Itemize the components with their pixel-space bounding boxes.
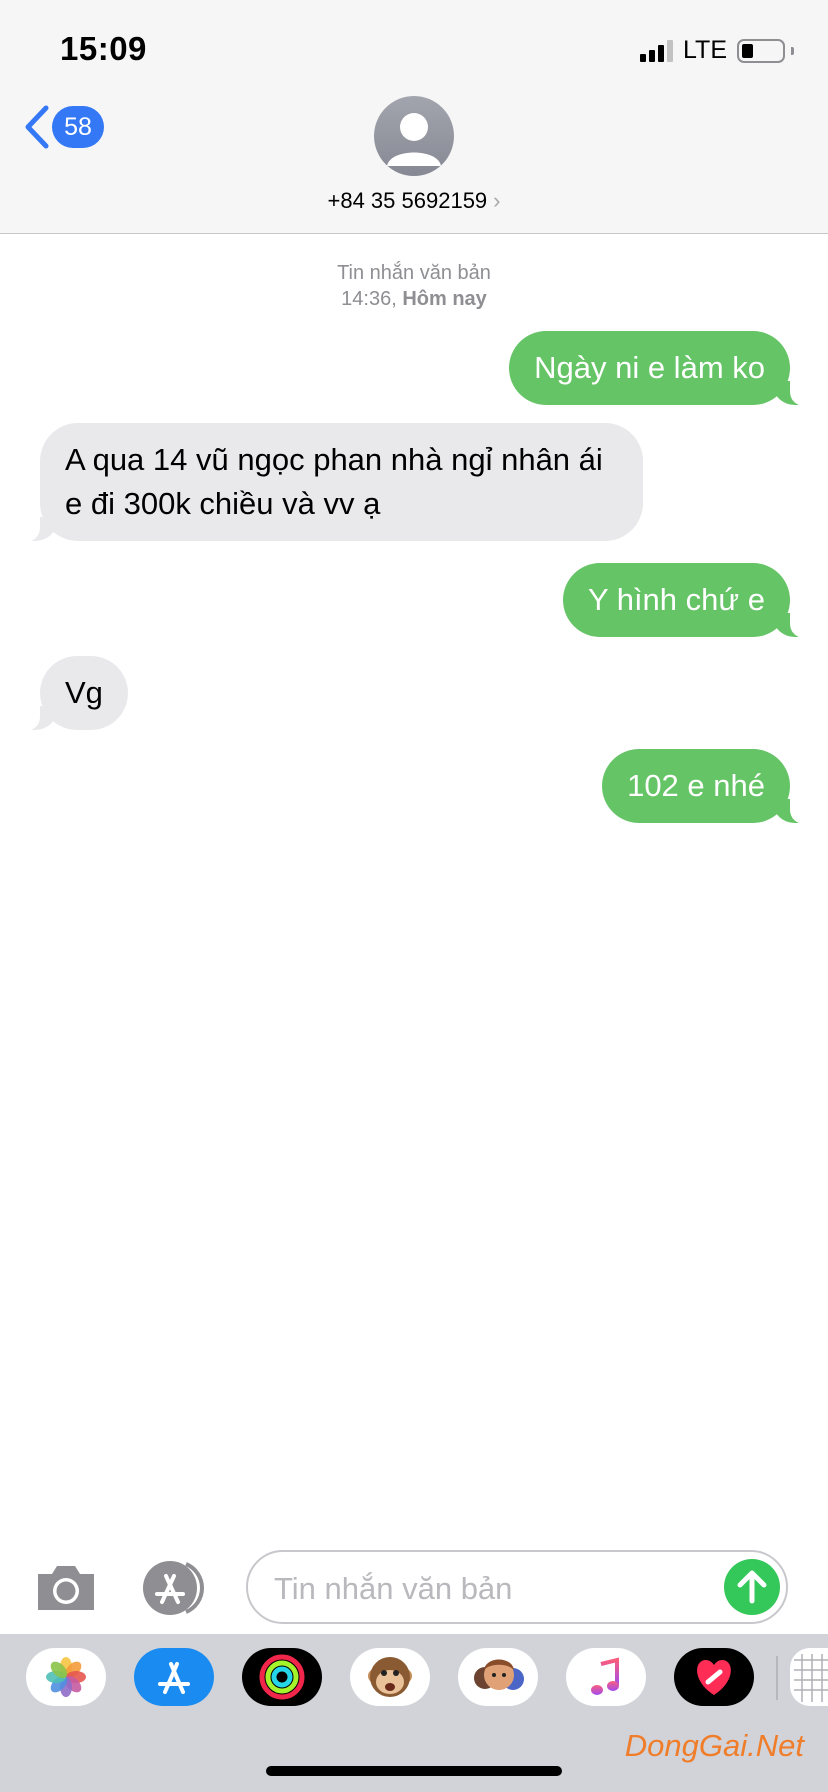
signal-icon <box>640 39 673 62</box>
battery-icon <box>737 38 785 63</box>
back-button[interactable]: 58 <box>22 104 104 150</box>
sent-message-bubble[interactable]: Y hình chứ e <box>562 563 813 638</box>
message-input-placeholder: Tin nhắn văn bản <box>274 1571 513 1606</box>
message-type-label: Tin nhắn văn bản <box>337 262 491 284</box>
music-icon[interactable] <box>566 1648 646 1706</box>
received-message-bubble[interactable]: Vg <box>18 656 128 731</box>
message-input[interactable]: Tin nhắn văn bản <box>246 1550 788 1624</box>
sent-message-bubble[interactable]: Ngày ni e làm ko <box>509 331 812 406</box>
photos-icon[interactable] <box>26 1648 106 1706</box>
contact-avatar[interactable] <box>374 96 454 176</box>
more-icon[interactable] <box>790 1648 828 1706</box>
chevron-right-icon: › <box>493 188 501 213</box>
battery-tip <box>791 46 794 55</box>
arrow-up-icon <box>737 1570 767 1604</box>
contact-name[interactable]: +84 35 5692159 › <box>0 188 828 214</box>
person-icon <box>387 113 441 166</box>
unread-count-badge: 58 <box>52 106 104 148</box>
memoji-icon[interactable] <box>458 1648 538 1706</box>
app-store-icon <box>143 1561 204 1615</box>
message-timestamp: Tin nhắn văn bản 14:36, Hôm nay <box>0 260 828 312</box>
status-time: 15:09 <box>60 30 147 67</box>
camera-button[interactable] <box>34 1562 98 1614</box>
camera-icon <box>38 1566 94 1610</box>
back-chevron-icon <box>25 105 49 149</box>
app-store-icon[interactable] <box>134 1648 214 1706</box>
send-button[interactable] <box>724 1559 780 1615</box>
watermark: DongGai.Net <box>624 1728 804 1763</box>
activity-icon[interactable] <box>242 1648 322 1706</box>
received-message-bubble[interactable]: A qua 14 vũ ngọc phan nhà ngỉ nhân ái e … <box>18 423 643 542</box>
conversation-header: 15:09 LTE 58 +84 35 5692159 › <box>0 0 828 234</box>
drawer-divider <box>776 1656 778 1700</box>
sent-message-bubble[interactable]: 102 e nhé <box>602 749 812 824</box>
digital-touch-icon[interactable] <box>674 1648 754 1706</box>
message-time: 14:36, <box>341 288 397 310</box>
message-day: Hôm nay <box>402 288 487 310</box>
status-indicators: LTE <box>640 36 794 65</box>
carrier-label: LTE <box>683 36 727 64</box>
home-indicator[interactable] <box>266 1766 562 1776</box>
animoji-icon[interactable] <box>350 1648 430 1706</box>
contact-number: +84 35 5692159 <box>327 188 488 213</box>
app-drawer-button[interactable] <box>140 1558 212 1618</box>
